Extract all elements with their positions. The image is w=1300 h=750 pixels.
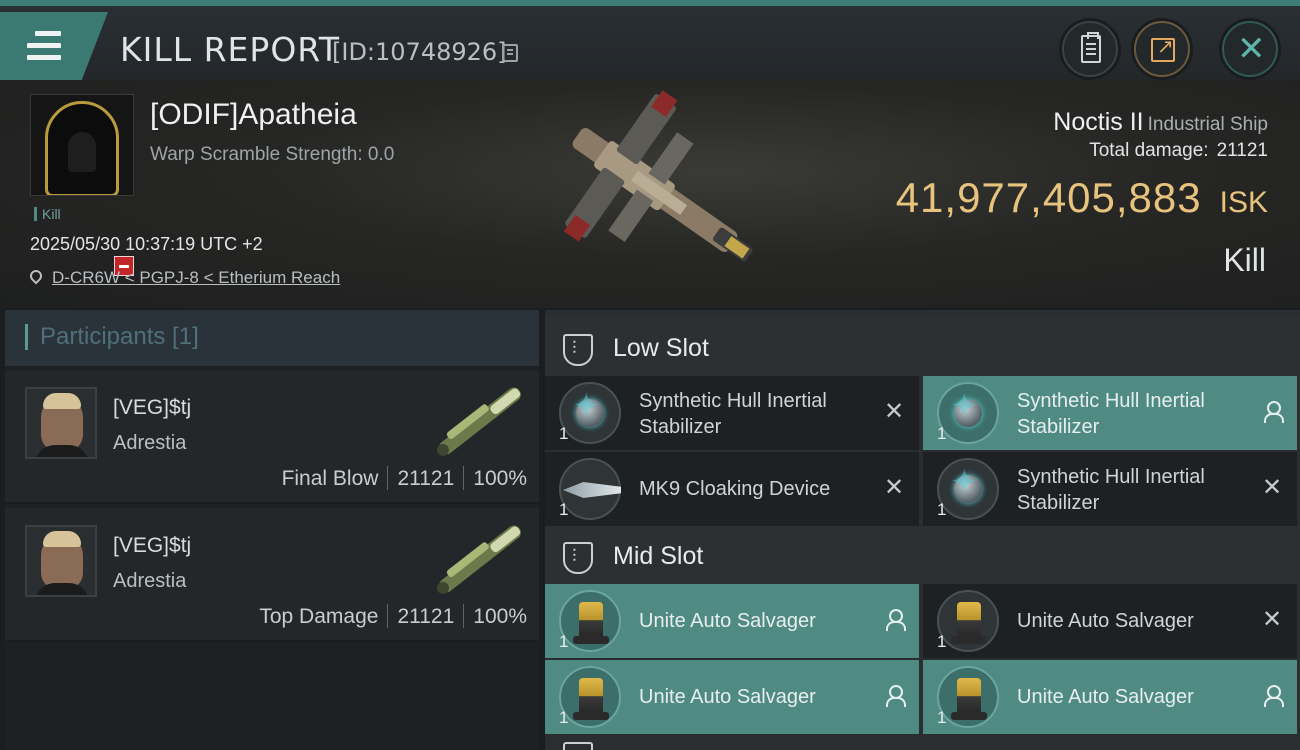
module-quantity: 1 bbox=[559, 632, 569, 651]
module-item[interactable]: 1 Unite Auto Salvager bbox=[545, 584, 919, 658]
attacker-stats: Top Damage 21121 100% bbox=[259, 604, 527, 629]
attacker-role: Top Damage bbox=[259, 605, 379, 628]
clipboard-icon bbox=[1081, 32, 1101, 63]
module-quantity: 1 bbox=[937, 500, 947, 519]
destroyed-icon: ✕ bbox=[1261, 473, 1283, 501]
next-slot-icon bbox=[563, 742, 593, 750]
participants-header: Participants [1] bbox=[5, 310, 539, 366]
module-quantity: 1 bbox=[937, 708, 947, 727]
participants-title: Participants [1] bbox=[25, 324, 199, 350]
total-damage-value: 21121 bbox=[1216, 140, 1268, 161]
attacker-damage: 21121 bbox=[397, 605, 455, 628]
victim-name[interactable]: [ODIF]Apatheia bbox=[150, 98, 357, 132]
module-name: Synthetic Hull Inertial Stabilizer bbox=[1017, 466, 1205, 514]
module-item[interactable]: 1 Synthetic Hull Inertial Stabilizer ✕ bbox=[545, 376, 919, 450]
total-damage-label: Total damage: bbox=[1089, 140, 1209, 161]
mid-slot-label: Mid Slot bbox=[613, 542, 704, 570]
low-slot-label: Low Slot bbox=[613, 334, 709, 362]
attacker-avatar[interactable] bbox=[25, 525, 97, 597]
isk-amount: 41,977,405,883 bbox=[895, 174, 1202, 221]
module-item[interactable]: 1 MK9 Cloaking Device ✕ bbox=[545, 452, 919, 526]
ship-image bbox=[563, 90, 753, 262]
total-damage: Total damage: 21121 bbox=[1089, 140, 1268, 162]
menu-button[interactable] bbox=[0, 12, 108, 82]
low-slot-header: Low Slot bbox=[545, 318, 1300, 376]
victim-avatar[interactable] bbox=[30, 94, 134, 196]
dropped-person-icon bbox=[1261, 684, 1284, 707]
module-item[interactable]: 1 Unite Auto Salvager bbox=[923, 660, 1297, 734]
page-title: KILL REPORT bbox=[120, 30, 340, 69]
participant-row[interactable]: [VEG]$tj Adrestia Top Damage 21121 100% bbox=[5, 508, 539, 642]
module-quantity: 1 bbox=[559, 500, 569, 519]
kill-tag: Kill bbox=[34, 207, 61, 221]
clipboard-button[interactable] bbox=[1062, 21, 1118, 77]
destroyed-icon: ✕ bbox=[883, 397, 905, 425]
weapon-icon bbox=[436, 525, 521, 594]
ship-name[interactable]: Noctis II bbox=[1053, 108, 1143, 136]
kill-timestamp: 2025/05/30 10:37:19 UTC +2 bbox=[30, 234, 263, 254]
module-item[interactable]: 1 Synthetic Hull Inertial Stabilizer ✕ bbox=[923, 452, 1297, 526]
attacker-ship: Adrestia bbox=[113, 432, 187, 454]
dropped-person-icon bbox=[1261, 400, 1284, 423]
copy-icon[interactable] bbox=[502, 44, 518, 62]
fitting-panel: Low Slot 1 Synthetic Hull Inertial Stabi… bbox=[545, 310, 1300, 750]
isk-unit: ISK bbox=[1219, 186, 1268, 219]
attacker-avatar[interactable] bbox=[25, 387, 97, 459]
mid-slot-icon bbox=[563, 542, 593, 574]
kill-result: Kill bbox=[1223, 242, 1266, 278]
mid-slot-header: Mid Slot bbox=[545, 526, 1300, 584]
header-bar: KILL REPORT [ID:10748926] ✕ bbox=[0, 0, 1300, 82]
dropped-person-icon bbox=[883, 684, 906, 707]
dropped-person-icon bbox=[883, 608, 906, 631]
low-slot-icon bbox=[563, 334, 593, 366]
attacker-stats: Final Blow 21121 100% bbox=[282, 466, 527, 491]
ship-name-line[interactable]: Noctis II Industrial Ship bbox=[1053, 108, 1268, 137]
module-name: Synthetic Hull Inertial Stabilizer bbox=[639, 390, 827, 438]
module-item[interactable]: 1 Unite Auto Salvager bbox=[545, 660, 919, 734]
destroyed-icon: ✕ bbox=[1261, 605, 1283, 633]
module-item[interactable]: 1 Synthetic Hull Inertial Stabilizer bbox=[923, 376, 1297, 450]
attacker-percent: 100% bbox=[473, 467, 527, 490]
participant-row[interactable]: [VEG]$tj Adrestia Final Blow 21121 100% bbox=[5, 370, 539, 504]
hamburger-icon bbox=[27, 31, 61, 67]
attacker-damage: 21121 bbox=[397, 467, 455, 490]
warp-scramble-strength: Warp Scramble Strength: 0.0 bbox=[150, 144, 395, 165]
module-item[interactable]: 1 Unite Auto Salvager ✕ bbox=[923, 584, 1297, 658]
ship-class: Industrial Ship bbox=[1147, 114, 1268, 135]
location-pin-icon bbox=[27, 267, 45, 285]
module-name: Unite Auto Salvager bbox=[1017, 610, 1194, 632]
location-link[interactable]: D-CR6W < PGPJ-8 < Etherium Reach bbox=[52, 268, 340, 287]
participants-panel: Participants [1] [VEG]$tj Adrestia Final… bbox=[5, 310, 539, 750]
kill-summary: [ODIF]Apatheia Warp Scramble Strength: 0… bbox=[0, 80, 1300, 308]
share-button[interactable] bbox=[1134, 21, 1190, 77]
module-name: Synthetic Hull Inertial Stabilizer bbox=[1017, 390, 1205, 438]
module-name: Unite Auto Salvager bbox=[639, 686, 816, 708]
share-icon bbox=[1151, 34, 1175, 62]
attacker-name[interactable]: [VEG]$tj bbox=[113, 396, 191, 420]
attacker-role: Final Blow bbox=[281, 467, 379, 490]
module-quantity: 1 bbox=[559, 708, 569, 727]
isk-value: 41,977,405,883 ISK bbox=[896, 174, 1268, 222]
module-name: Unite Auto Salvager bbox=[639, 610, 816, 632]
close-button[interactable]: ✕ bbox=[1222, 21, 1278, 77]
module-quantity: 1 bbox=[937, 632, 947, 651]
attacker-percent: 100% bbox=[473, 605, 527, 628]
attacker-name[interactable]: [VEG]$tj bbox=[113, 534, 191, 558]
weapon-icon bbox=[436, 387, 521, 456]
module-quantity: 1 bbox=[559, 424, 569, 443]
module-quantity: 1 bbox=[937, 424, 947, 443]
destroyed-icon: ✕ bbox=[883, 473, 905, 501]
attacker-ship: Adrestia bbox=[113, 570, 187, 592]
module-name: Unite Auto Salvager bbox=[1017, 686, 1194, 708]
close-icon: ✕ bbox=[1237, 29, 1266, 69]
report-id: [ID:10748926] bbox=[332, 38, 507, 66]
location[interactable]: D-CR6W < PGPJ-8 < Etherium Reach bbox=[27, 267, 340, 288]
module-name: MK9 Cloaking Device bbox=[639, 478, 831, 500]
